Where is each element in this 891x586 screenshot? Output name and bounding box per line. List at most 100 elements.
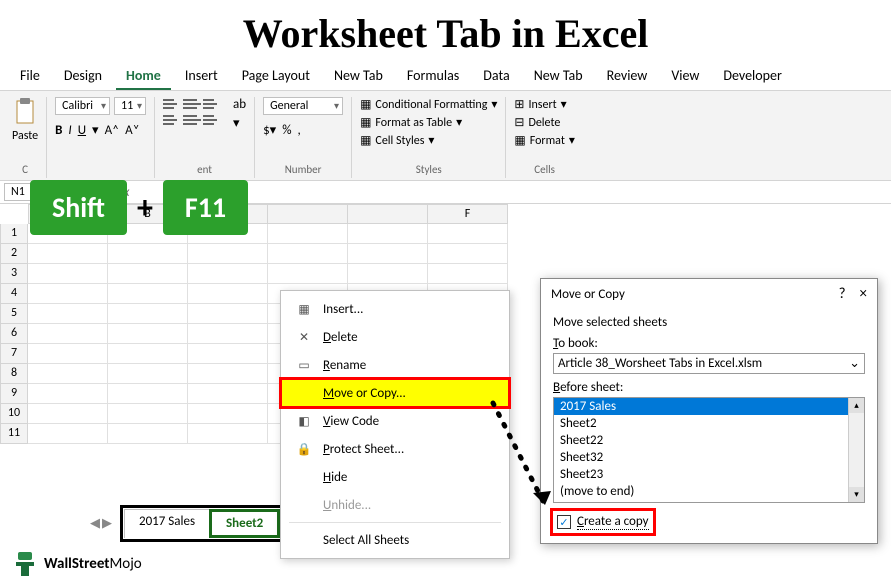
paste-button[interactable]: Paste	[12, 97, 38, 143]
cell[interactable]	[268, 244, 348, 264]
format-as-table-button[interactable]: ▦Format as Table ▾	[360, 115, 497, 130]
cell[interactable]	[268, 264, 348, 284]
cell[interactable]	[428, 264, 508, 284]
cell[interactable]	[28, 324, 108, 344]
conditional-formatting-button[interactable]: ▦Conditional Formatting ▾	[360, 97, 497, 112]
ctx-delete[interactable]: ✕Delete	[281, 323, 509, 351]
grow-font-button[interactable]: A˄	[105, 123, 120, 138]
row-head[interactable]: 2	[0, 244, 28, 264]
bold-button[interactable]: B	[55, 123, 62, 138]
cell[interactable]	[28, 384, 108, 404]
cell[interactable]	[108, 344, 188, 364]
tab-nav-prev-icon[interactable]: ◀	[90, 516, 100, 531]
tab-review[interactable]: Review	[597, 63, 658, 90]
tab-view[interactable]: View	[661, 63, 709, 90]
italic-button[interactable]: I	[68, 123, 71, 138]
list-item[interactable]: 2017 Sales	[554, 398, 864, 415]
cell[interactable]	[108, 284, 188, 304]
cell[interactable]	[28, 304, 108, 324]
row-head[interactable]: 9	[0, 384, 28, 404]
list-item[interactable]: Sheet23	[554, 466, 864, 483]
cell[interactable]	[108, 264, 188, 284]
cell[interactable]	[28, 404, 108, 424]
cell[interactable]	[28, 364, 108, 384]
sheet-tab[interactable]: 2017 Sales	[124, 509, 210, 538]
list-item[interactable]: Sheet22	[554, 432, 864, 449]
cell[interactable]	[268, 224, 348, 244]
ctx-rename[interactable]: ▭Rename	[281, 351, 509, 379]
cell[interactable]	[188, 404, 268, 424]
ctx-select-all[interactable]: Select All Sheets	[281, 526, 509, 554]
currency-button[interactable]: $▾	[263, 123, 276, 138]
ctx-move-or-copy[interactable]: Move or Copy...	[281, 379, 509, 407]
dialog-help-button[interactable]: ?	[839, 285, 846, 303]
tab-data[interactable]: Data	[473, 63, 519, 90]
cell[interactable]	[108, 424, 188, 444]
cell[interactable]	[28, 344, 108, 364]
col-f[interactable]: F	[428, 204, 508, 224]
list-item[interactable]: Sheet32	[554, 449, 864, 466]
comma-button[interactable]: ,	[298, 123, 301, 138]
tab-nav-next-icon[interactable]: ▶	[102, 516, 112, 531]
row-head[interactable]: 11	[0, 424, 28, 444]
shrink-font-button[interactable]: A˅	[125, 123, 140, 138]
tab-formulas[interactable]: Formulas	[397, 63, 469, 90]
cell[interactable]	[188, 364, 268, 384]
cell[interactable]	[188, 284, 268, 304]
tab-developer[interactable]: Developer	[713, 63, 791, 90]
row-head[interactable]: 5	[0, 304, 28, 324]
cell[interactable]	[28, 264, 108, 284]
ctx-insert[interactable]: ▦Insert...	[281, 295, 509, 323]
cell[interactable]	[28, 424, 108, 444]
font-size-select[interactable]: 11	[114, 97, 146, 115]
tab-newtab2[interactable]: New Tab	[524, 63, 593, 90]
alignment-grid[interactable]	[163, 97, 221, 127]
tab-insert[interactable]: Insert	[175, 63, 228, 90]
merge-button[interactable]: ▾	[233, 116, 246, 131]
cell[interactable]	[108, 404, 188, 424]
cell-styles-button[interactable]: ▦Cell Styles ▾	[360, 133, 497, 148]
percent-button[interactable]: %	[282, 123, 291, 138]
col-e[interactable]	[348, 204, 428, 224]
cell[interactable]	[108, 304, 188, 324]
create-a-copy-row[interactable]: ✓ Create a copy	[553, 511, 653, 533]
underline-button[interactable]: U	[78, 123, 86, 138]
row-head[interactable]: 10	[0, 404, 28, 424]
cell[interactable]	[188, 344, 268, 364]
cell[interactable]	[428, 244, 508, 264]
cell[interactable]	[348, 264, 428, 284]
col-d[interactable]	[268, 204, 348, 224]
tab-newtab1[interactable]: New Tab	[324, 63, 393, 90]
cell[interactable]	[348, 224, 428, 244]
tab-design[interactable]: Design	[54, 63, 112, 90]
cell[interactable]	[108, 364, 188, 384]
cell[interactable]	[188, 384, 268, 404]
cell[interactable]	[188, 424, 268, 444]
format-cells-button[interactable]: ▦Format ▾	[514, 133, 574, 148]
delete-cells-button[interactable]: ⊟Delete	[514, 115, 574, 130]
ctx-view-code[interactable]: ◧View Code	[281, 407, 509, 435]
cell[interactable]	[428, 224, 508, 244]
cell[interactable]	[108, 384, 188, 404]
row-head[interactable]: 8	[0, 364, 28, 384]
cell[interactable]	[108, 324, 188, 344]
ctx-hide[interactable]: Hide	[281, 463, 509, 491]
cell[interactable]	[188, 304, 268, 324]
cell[interactable]	[108, 244, 188, 264]
row-head[interactable]: 6	[0, 324, 28, 344]
scroll-up-icon[interactable]: ▴	[849, 398, 864, 413]
scrollbar[interactable]: ▴ ▾	[848, 398, 864, 502]
ctx-protect[interactable]: 🔒Protect Sheet...	[281, 435, 509, 463]
cell[interactable]	[188, 264, 268, 284]
sheet-tab-active[interactable]: Sheet2	[209, 509, 280, 538]
wrap-text-button[interactable]: ab	[233, 97, 246, 112]
font-name-select[interactable]: Calibri	[55, 97, 110, 115]
cell[interactable]	[348, 244, 428, 264]
cell[interactable]	[28, 284, 108, 304]
dialog-close-button[interactable]: ×	[860, 285, 867, 303]
insert-cells-button[interactable]: ⊞Insert ▾	[514, 97, 574, 112]
row-head[interactable]: 4	[0, 284, 28, 304]
number-format-select[interactable]: General	[263, 97, 343, 115]
row-head[interactable]: 1	[0, 224, 28, 244]
list-item[interactable]: Sheet2	[554, 415, 864, 432]
